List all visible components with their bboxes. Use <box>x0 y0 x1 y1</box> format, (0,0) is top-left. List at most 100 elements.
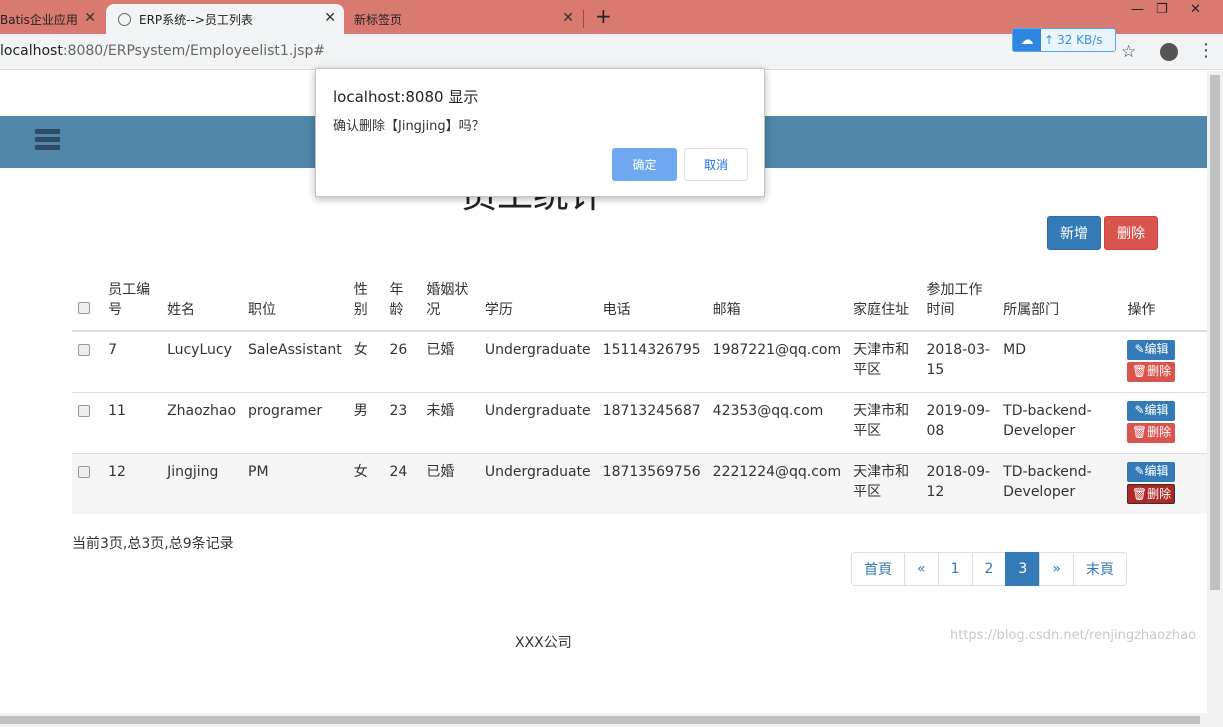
close-tab-icon[interactable]: ✕ <box>324 10 336 26</box>
pager-first[interactable]: 首頁 <box>851 552 905 586</box>
pager-last[interactable]: 末頁 <box>1072 552 1127 586</box>
trash-icon: 🗑 <box>1131 424 1148 439</box>
table-row: 7 LucyLucy SaleAssistant 女 26 已婚 Undergr… <box>72 330 1207 392</box>
row-checkbox[interactable] <box>78 344 90 356</box>
profile-avatar-icon[interactable] <box>1160 43 1178 61</box>
pager-prev[interactable]: « <box>904 552 939 586</box>
cell-address: 天津市和平区 <box>847 391 921 453</box>
edit-button[interactable]: ✎编辑 <box>1127 400 1176 421</box>
cell-age: 24 <box>383 452 421 514</box>
column-header: 电话 <box>596 276 707 332</box>
cell-id: 7 <box>102 330 162 392</box>
column-header: 操作 <box>1121 276 1207 332</box>
column-header: 性别 <box>347 276 384 332</box>
maximize-icon[interactable]: ❐ <box>1156 2 1168 17</box>
cell-email: 1987221@qq.com <box>706 330 848 392</box>
column-header: 员工编号 <box>102 276 162 332</box>
row-checkbox[interactable] <box>78 465 90 478</box>
column-header: 年龄 <box>383 276 421 332</box>
speed-label: 32 KB/s <box>1057 33 1103 47</box>
cell-name: Zhaozhao <box>161 391 243 453</box>
column-header: 邮箱 <box>706 276 848 332</box>
bookmark-star-icon[interactable]: ☆ <box>1121 42 1136 62</box>
table-row: 11 Zhaozhao programer 男 23 未婚 Undergradu… <box>72 391 1207 453</box>
url-path: :8080/ERPsystem/Employeelist1.jsp# <box>62 43 326 59</box>
add-employee-button[interactable]: 新增 <box>1047 216 1101 250</box>
edit-button[interactable]: ✎编辑 <box>1127 461 1176 482</box>
table-row: 12 Jingjing PM 女 24 已婚 Undergraduate 187… <box>72 452 1207 514</box>
row-delete-label: 删除 <box>1147 486 1172 501</box>
window-close-icon[interactable]: ✕ <box>1190 2 1201 17</box>
vertical-scroll-thumb[interactable] <box>1210 75 1220 590</box>
url-host: localhost <box>0 43 63 59</box>
upload-arrow-icon: ↑ <box>1044 33 1055 47</box>
cell-id: 12 <box>102 452 162 514</box>
cell-education: Undergraduate <box>478 330 597 392</box>
cell-name: LucyLucy <box>161 330 243 392</box>
column-header: 所属部门 <box>997 276 1122 332</box>
pager-next[interactable]: » <box>1039 552 1074 586</box>
cell-position: SaleAssistant <box>242 330 348 392</box>
row-checkbox[interactable] <box>78 404 90 417</box>
edit-label: 编辑 <box>1144 342 1169 356</box>
select-all-checkbox[interactable] <box>78 302 90 314</box>
hamburger-menu-icon[interactable] <box>35 129 60 151</box>
confirm-cancel-button[interactable]: 取消 <box>684 148 748 181</box>
row-delete-button[interactable]: 🗑删除 <box>1127 422 1176 443</box>
horizontal-scroll-thumb[interactable] <box>0 716 1200 724</box>
column-header: 姓名 <box>161 276 243 332</box>
row-delete-label: 删除 <box>1147 364 1172 378</box>
pencil-icon: ✎ <box>1134 342 1145 356</box>
cell-gender: 男 <box>347 391 384 453</box>
pager-page-1[interactable]: 1 <box>937 552 973 586</box>
watermark-text: https://blog.csdn.net/renjingzhaozhao <box>950 628 1197 643</box>
table-header-row: 员工编号 姓名 职位 性别 年龄 婚姻状况 学历 电话 邮箱 家庭住址 参加工作… <box>72 276 1207 332</box>
cell-position: PM <box>242 452 348 514</box>
trash-icon: 🗑 <box>1131 486 1148 501</box>
pager-page-2[interactable]: 2 <box>971 552 1007 586</box>
tab-label: 新标签页 <box>354 12 403 27</box>
cloud-icon: ☁ <box>1013 29 1041 51</box>
cell-phone: 15114326795 <box>596 330 707 392</box>
cell-email: 2221224@qq.com <box>706 452 848 514</box>
dialog-title: localhost:8080 显示 <box>333 88 479 106</box>
column-header: 婚姻状况 <box>420 276 479 332</box>
cell-education: Undergraduate <box>478 391 597 453</box>
tab-label: ERP系统-->员工列表 <box>139 12 253 27</box>
cell-start-date: 2018-03-15 <box>920 330 998 392</box>
edit-button[interactable]: ✎编辑 <box>1127 340 1176 360</box>
delete-selected-button[interactable]: 删除 <box>1104 216 1158 250</box>
dialog-message: 确认删除【Jingjing】吗？ <box>333 119 485 134</box>
pencil-icon: ✎ <box>1134 463 1145 478</box>
employee-table: 员工编号 姓名 职位 性别 年龄 婚姻状况 学历 电话 邮箱 家庭住址 参加工作… <box>72 276 1207 514</box>
edit-label: 编辑 <box>1144 463 1169 478</box>
cell-age: 23 <box>383 391 421 453</box>
globe-icon <box>118 12 131 26</box>
browser-tab-active[interactable]: ERP系统-->员工列表 ✕ <box>106 4 344 34</box>
cell-gender: 女 <box>347 452 384 514</box>
browser-tab-3[interactable]: 新标签页 ✕ <box>346 4 582 34</box>
row-delete-label: 删除 <box>1147 424 1172 439</box>
cell-department: TD-backend-Developer <box>997 452 1122 514</box>
close-tab-icon[interactable]: ✕ <box>562 10 574 26</box>
confirm-ok-button[interactable]: 确定 <box>612 148 677 181</box>
cell-email: 42353@qq.com <box>706 391 848 453</box>
minimize-icon[interactable]: — <box>1131 2 1144 17</box>
browser-tab-1[interactable]: Batis企业应用 ✕ <box>0 4 104 34</box>
pager-page-3[interactable]: 3 <box>1005 552 1041 586</box>
network-speed-widget[interactable]: ☁ ↑ 32 KB/s <box>1012 28 1116 52</box>
cell-department: MD <box>997 330 1122 392</box>
pencil-icon: ✎ <box>1134 402 1145 417</box>
url-field[interactable]: localhost:8080/ERPsystem/Employeelist1.j… <box>0 43 325 59</box>
cell-education: Undergraduate <box>478 452 597 514</box>
cell-address: 天津市和平区 <box>847 452 921 514</box>
cell-marital: 已婚 <box>420 452 479 514</box>
row-delete-button[interactable]: 🗑删除 <box>1127 362 1176 382</box>
tab-label: Batis企业应用 <box>0 12 78 27</box>
new-tab-icon[interactable]: + <box>595 4 612 28</box>
trash-icon: 🗑 <box>1131 364 1148 378</box>
cell-id: 11 <box>102 391 162 453</box>
menu-kebab-icon[interactable]: ⋮ <box>1197 40 1215 61</box>
row-delete-button[interactable]: 🗑删除 <box>1127 483 1176 504</box>
close-tab-icon[interactable]: ✕ <box>84 10 96 26</box>
